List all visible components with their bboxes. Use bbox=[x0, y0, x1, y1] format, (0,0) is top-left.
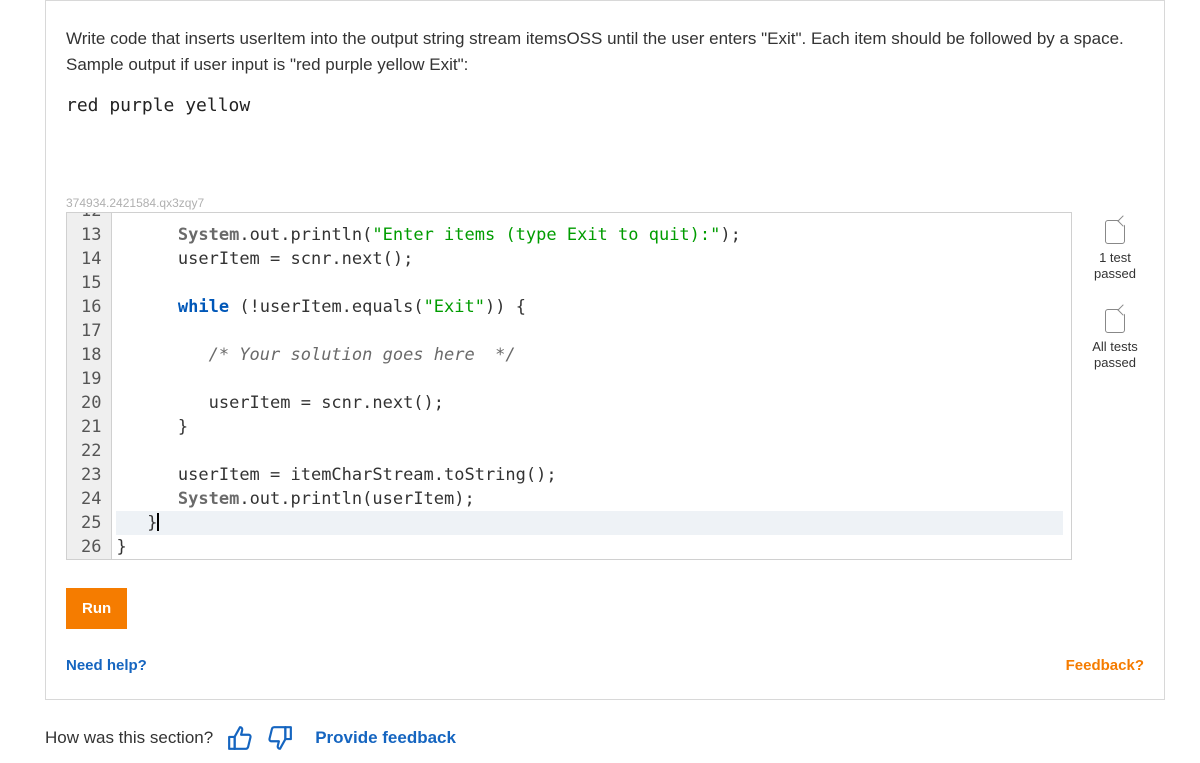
line-number: 17 bbox=[81, 319, 101, 343]
tracking-id: 374934.2421584.qx3zqy7 bbox=[66, 196, 1144, 210]
test-status-label: All tests bbox=[1086, 339, 1144, 355]
line-number: 14 bbox=[81, 247, 101, 271]
code-line[interactable]: /* Your solution goes here */ bbox=[116, 343, 1063, 367]
test-status-item[interactable]: 1 testpassed bbox=[1086, 220, 1144, 281]
test-status-sidebar: 1 testpassedAll testspassed bbox=[1086, 212, 1144, 370]
line-number: 22 bbox=[81, 439, 101, 463]
section-question: How was this section? bbox=[45, 728, 213, 748]
line-number: 16 bbox=[81, 295, 101, 319]
code-line[interactable]: userItem = scnr.next(); bbox=[116, 247, 1063, 271]
code-line[interactable]: System.out.println("Enter items (type Ex… bbox=[116, 223, 1063, 247]
line-number: 23 bbox=[81, 463, 101, 487]
code-editor[interactable]: 121314151617181920212223242526 System.ou… bbox=[66, 212, 1072, 560]
code-line[interactable] bbox=[116, 319, 1063, 343]
line-number: 25 bbox=[81, 511, 101, 535]
line-number: 21 bbox=[81, 415, 101, 439]
code-line[interactable] bbox=[116, 439, 1063, 463]
document-icon bbox=[1105, 220, 1125, 244]
line-number: 24 bbox=[81, 487, 101, 511]
line-number: 19 bbox=[81, 367, 101, 391]
line-number: 26 bbox=[81, 535, 101, 559]
text-cursor bbox=[157, 513, 159, 531]
code-line[interactable] bbox=[116, 213, 1063, 223]
code-line[interactable]: System.out.println(userItem); bbox=[116, 487, 1063, 511]
provide-feedback-link[interactable]: Provide feedback bbox=[315, 728, 456, 748]
test-status-item[interactable]: All testspassed bbox=[1086, 309, 1144, 370]
code-line[interactable] bbox=[116, 271, 1063, 295]
code-content[interactable]: System.out.println("Enter items (type Ex… bbox=[112, 213, 1071, 559]
document-icon bbox=[1105, 309, 1125, 333]
code-line[interactable] bbox=[116, 367, 1063, 391]
test-status-label: passed bbox=[1086, 266, 1144, 282]
code-line[interactable]: while (!userItem.equals("Exit")) { bbox=[116, 295, 1063, 319]
prompt-text: Write code that inserts userItem into th… bbox=[66, 26, 1144, 77]
line-number: 12 bbox=[81, 213, 101, 223]
test-status-label: passed bbox=[1086, 355, 1144, 371]
code-line[interactable]: userItem = scnr.next(); bbox=[116, 391, 1063, 415]
thumbs-up-icon[interactable] bbox=[227, 725, 253, 751]
line-number: 18 bbox=[81, 343, 101, 367]
section-feedback-row: How was this section? Provide feedback bbox=[45, 725, 1165, 751]
line-gutter: 121314151617181920212223242526 bbox=[67, 213, 112, 559]
line-number: 13 bbox=[81, 223, 101, 247]
line-number: 20 bbox=[81, 391, 101, 415]
need-help-link[interactable]: Need help? bbox=[66, 657, 147, 674]
editor-area: 121314151617181920212223242526 System.ou… bbox=[66, 212, 1144, 560]
code-line[interactable]: } bbox=[116, 415, 1063, 439]
thumbs-down-icon[interactable] bbox=[267, 725, 293, 751]
feedback-link[interactable]: Feedback? bbox=[1066, 657, 1144, 674]
code-line[interactable]: } bbox=[116, 535, 1063, 559]
help-row: Need help? Feedback? bbox=[66, 657, 1144, 674]
code-line[interactable]: } bbox=[116, 511, 1063, 535]
test-status-label: 1 test bbox=[1086, 250, 1144, 266]
code-line[interactable]: userItem = itemCharStream.toString(); bbox=[116, 463, 1063, 487]
line-number: 15 bbox=[81, 271, 101, 295]
activity-card: Write code that inserts userItem into th… bbox=[45, 0, 1165, 700]
sample-output: red purple yellow bbox=[66, 95, 1144, 116]
run-button[interactable]: Run bbox=[66, 588, 127, 629]
